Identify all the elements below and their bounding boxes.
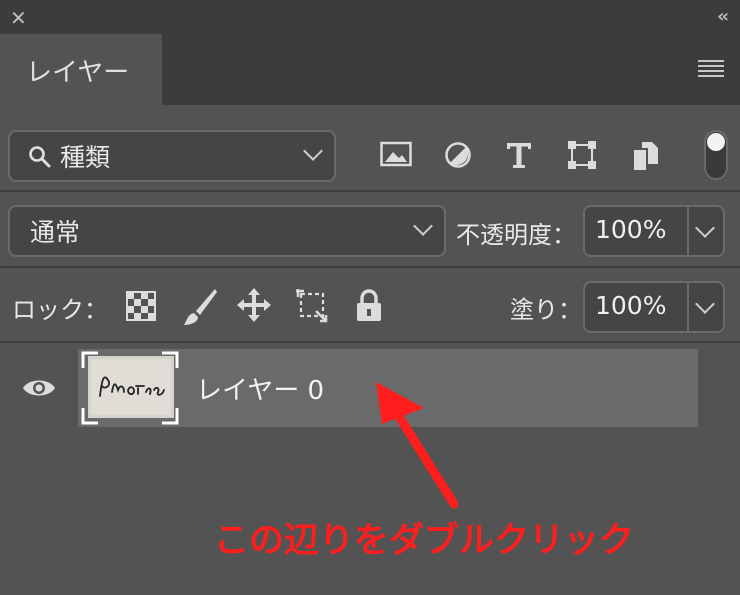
layer-name[interactable]: レイヤー 0 [196, 370, 324, 407]
close-icon[interactable]: ✕ [10, 6, 27, 30]
toggle-knob [707, 133, 725, 151]
filter-kind-dropdown[interactable]: 種類 [8, 130, 336, 182]
eye-icon[interactable] [22, 377, 56, 399]
fill-value: 100% [595, 291, 667, 320]
panel-menu-icon[interactable] [698, 60, 724, 80]
layer-thumbnail[interactable] [88, 356, 174, 418]
opacity-value: 100% [595, 215, 667, 244]
lock-label: ロック： [12, 296, 108, 324]
filter-toggle[interactable] [704, 130, 728, 180]
artboard-autonest-icon[interactable] [294, 287, 330, 323]
divider [0, 266, 740, 268]
chevron-down-icon [695, 218, 715, 238]
type-filter-icon[interactable] [504, 140, 534, 170]
lock-transparent-pixels-icon[interactable] [126, 291, 156, 321]
fill-input[interactable]: 100% [583, 281, 689, 333]
fill-dropdown-button[interactable] [687, 281, 725, 333]
image-filter-icon[interactable] [380, 140, 412, 170]
lock-image-pixels-icon[interactable] [182, 287, 218, 327]
tab-label: レイヤー [26, 58, 130, 88]
red-arrow-annotation [376, 382, 459, 509]
chevron-down-icon [303, 141, 323, 161]
photoshop-handwriting-image [88, 356, 174, 418]
search-icon [29, 146, 51, 168]
chevron-down-icon [413, 216, 433, 236]
tab-bar: レイヤー [0, 34, 740, 105]
tab-layers[interactable]: レイヤー [0, 34, 162, 105]
blend-mode-dropdown[interactable]: 通常 [8, 205, 446, 257]
annotation-caption: この辺りをダブルクリック [214, 521, 635, 561]
adjustment-filter-icon[interactable] [443, 140, 473, 170]
visibility-cell[interactable] [0, 349, 76, 427]
divider [0, 341, 740, 343]
opacity-dropdown-button[interactable] [687, 205, 725, 257]
collapse-icon[interactable]: ‹‹ [717, 6, 729, 27]
opacity-input[interactable]: 100% [583, 205, 689, 257]
blend-mode-label: 通常 [30, 218, 81, 247]
shape-filter-icon[interactable] [566, 139, 598, 171]
lock-all-icon[interactable] [355, 289, 383, 323]
filter-kind-label: 種類 [60, 143, 111, 172]
smart-object-filter-icon[interactable] [632, 140, 660, 172]
lock-position-icon[interactable] [236, 287, 272, 323]
panel-titlebar: ✕ ‹‹ [0, 0, 740, 34]
divider [0, 190, 740, 192]
fill-label: 塗り： [510, 296, 582, 324]
opacity-label: 不透明度： [456, 221, 576, 249]
chevron-down-icon [695, 294, 715, 314]
